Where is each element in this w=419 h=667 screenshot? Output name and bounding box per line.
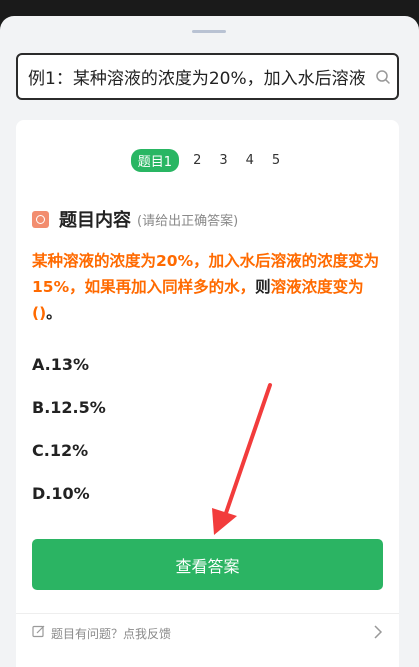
option-c[interactable]: C.12% <box>32 441 88 460</box>
question-icon <box>32 210 49 228</box>
divider <box>16 613 399 614</box>
search-input[interactable]: 例1：某种溶液的浓度为20%，加入水后溶液 <box>18 64 369 89</box>
section-title: 题目内容 <box>59 210 131 231</box>
chevron-right-icon[interactable] <box>373 624 383 642</box>
view-answer-button[interactable]: 查看答案 <box>32 539 383 590</box>
tab-question-1[interactable]: 题目1 <box>130 149 180 172</box>
search-box[interactable]: 例1：某种溶液的浓度为20%，加入水后溶液 <box>16 53 399 100</box>
section-hint: (请给出正确答案) <box>137 213 239 229</box>
tab-question-3[interactable]: 3 <box>215 152 231 169</box>
drag-handle[interactable] <box>192 30 226 33</box>
section-header: 题目内容 (请给出正确答案) <box>32 206 238 232</box>
feedback-row[interactable]: 题目有问题？点我反馈 <box>32 618 383 648</box>
question-part-2: 则 <box>255 278 271 296</box>
question-text: 某种溶液的浓度为20%，加入水后溶液的浓度变为15%，如果再加入同样多的水，则溶… <box>32 248 384 326</box>
search-icon[interactable] <box>369 69 397 85</box>
bottom-sheet: 例1：某种溶液的浓度为20%，加入水后溶液 题目1 2 3 4 5 题目内容 (… <box>0 16 419 667</box>
tab-question-2[interactable]: 2 <box>189 152 205 169</box>
tab-question-5[interactable]: 5 <box>268 152 284 169</box>
option-d[interactable]: D.10% <box>32 484 90 503</box>
question-card: 题目1 2 3 4 5 题目内容 (请给出正确答案) 某种溶液的浓度为20%，加… <box>16 120 399 667</box>
option-a[interactable]: A.13% <box>32 355 89 374</box>
option-b[interactable]: B.12.5% <box>32 398 106 417</box>
feedback-label: 题目有问题？点我反馈 <box>51 626 172 641</box>
tab-question-4[interactable]: 4 <box>242 152 258 169</box>
edit-icon <box>32 625 45 641</box>
question-tabs: 题目1 2 3 4 5 <box>16 149 399 172</box>
question-part-4: 。 <box>46 304 62 322</box>
